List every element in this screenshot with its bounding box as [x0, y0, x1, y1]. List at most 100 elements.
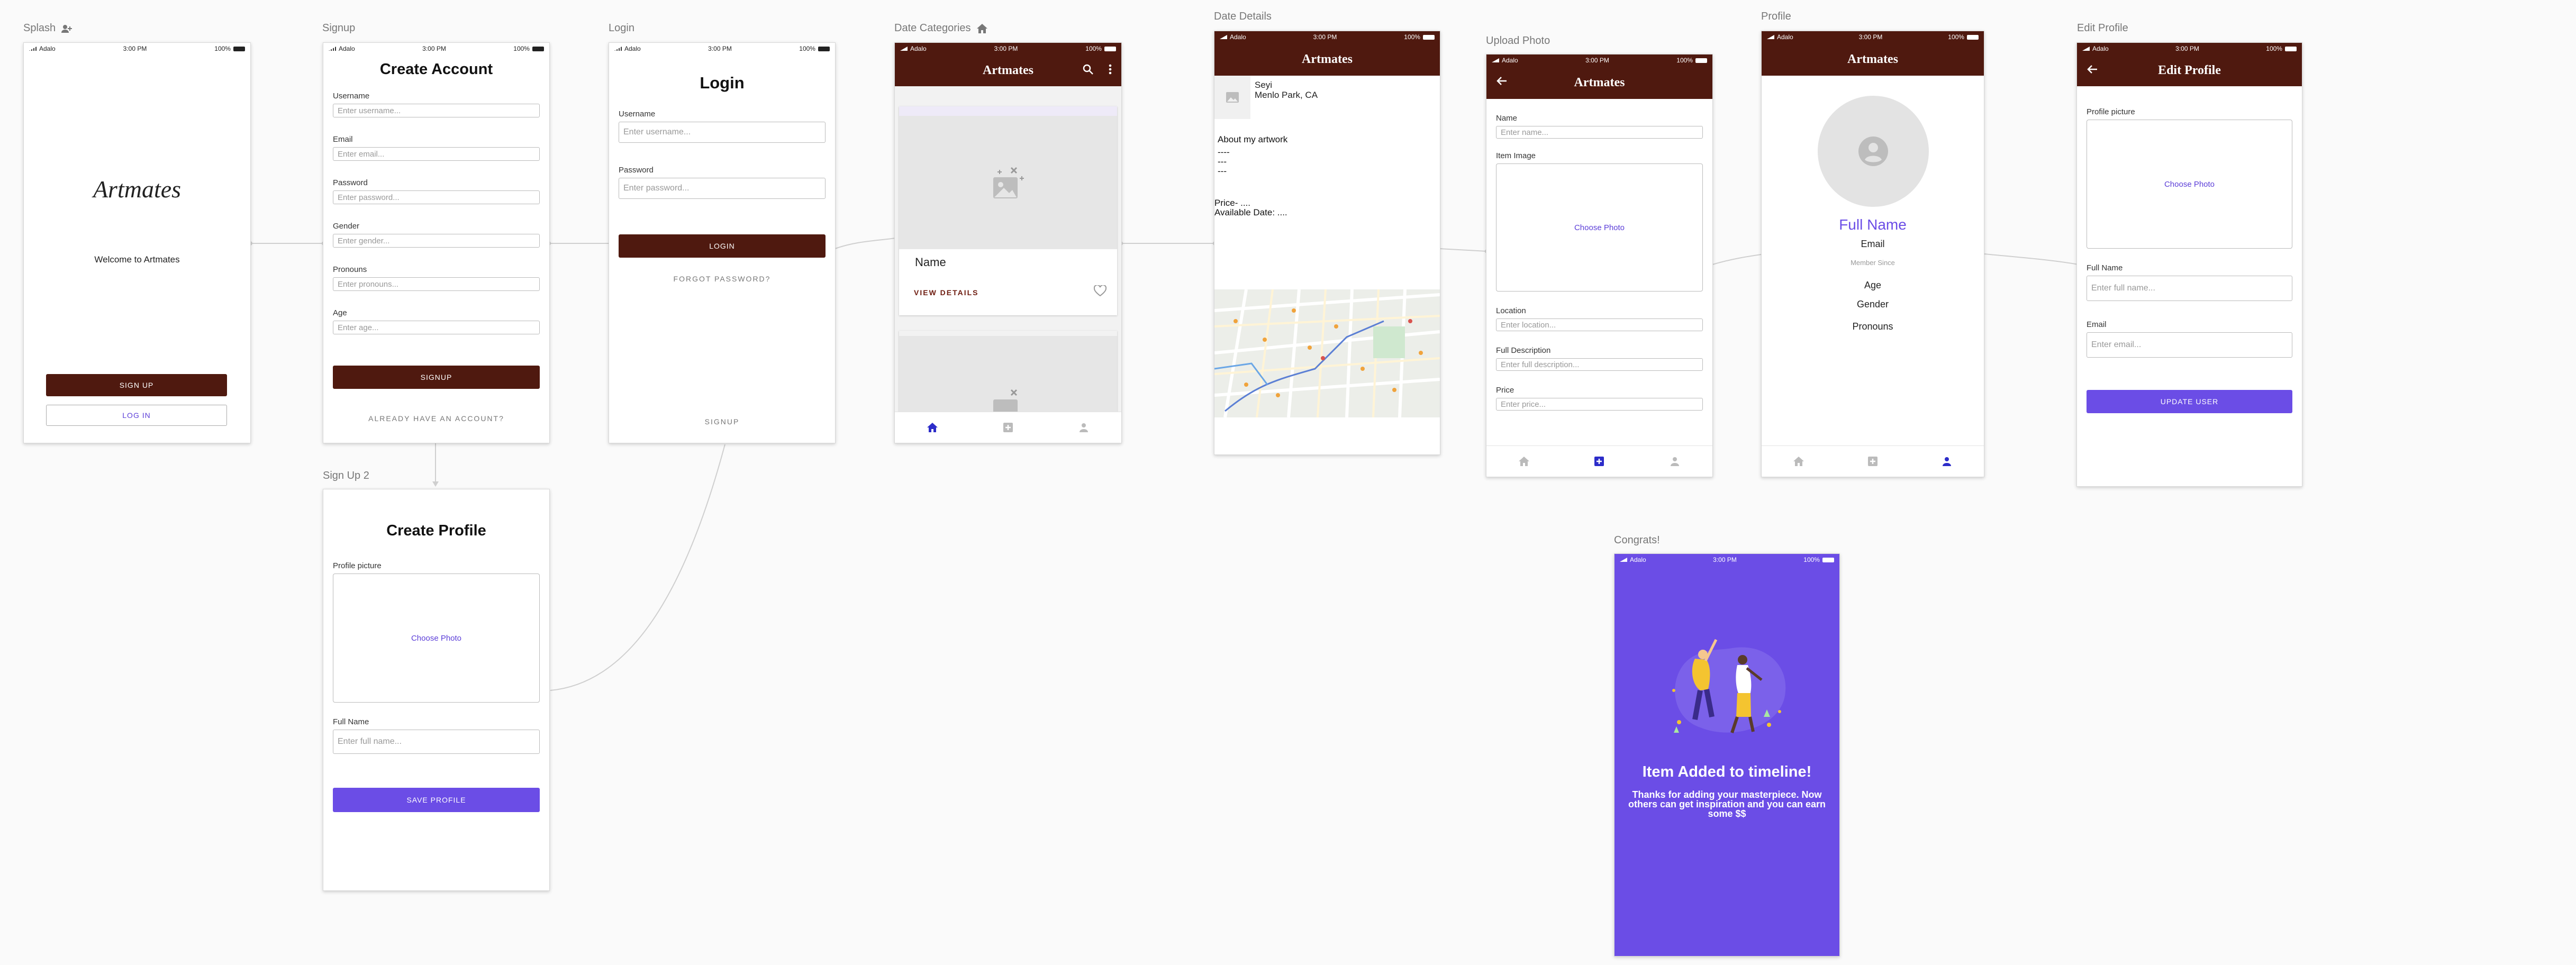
- field-label: Password: [619, 166, 654, 175]
- map[interactable]: [1214, 289, 1440, 417]
- update-user-button[interactable]: UPDATE USER: [2087, 390, 2292, 413]
- login-button[interactable]: LOGIN: [619, 234, 826, 258]
- map-graphic: [1214, 289, 1440, 417]
- screen-label-congrats: Congrats!: [1614, 534, 1660, 547]
- user-location: Menlo Park, CA: [1255, 90, 1318, 100]
- screen-label-signup: Signup: [322, 22, 355, 34]
- category-card[interactable]: Name VIEW DETAILS: [899, 106, 1117, 315]
- gender-group: Gender Enter gender...: [333, 222, 540, 265]
- back-arrow-icon[interactable]: [1496, 75, 1508, 87]
- profile-age: Age: [1864, 280, 1882, 290]
- tab-profile[interactable]: [1068, 417, 1100, 438]
- age-input[interactable]: Enter age...: [333, 321, 540, 334]
- already-have-account-link[interactable]: ALREADY HAVE AN ACCOUNT?: [323, 414, 549, 423]
- carrier: Adalo: [2092, 45, 2109, 52]
- tab-home[interactable]: [1508, 451, 1540, 472]
- price-text: Price- ....: [1214, 198, 1251, 208]
- person-icon: [1670, 457, 1679, 466]
- choose-photo-button[interactable]: Choose Photo: [2087, 120, 2292, 249]
- profile-screen: Adalo 3:00 PM 100% Artmates Full Name Em…: [1761, 31, 1984, 477]
- location-input[interactable]: Enter location...: [1496, 318, 1703, 331]
- choose-photo-button[interactable]: Choose Photo: [1496, 163, 1703, 292]
- back-arrow-icon[interactable]: [2087, 63, 2098, 75]
- card-image-placeholder: [899, 106, 1117, 249]
- name-input[interactable]: Enter name...: [1496, 126, 1703, 139]
- field-label: Profile picture: [2087, 107, 2135, 116]
- tab-add[interactable]: [992, 417, 1024, 438]
- tab-profile[interactable]: [1659, 451, 1691, 472]
- app-title: Artmates: [1847, 52, 1898, 66]
- password-input[interactable]: Enter password...: [619, 178, 826, 199]
- price-input[interactable]: Enter price...: [1496, 398, 1703, 411]
- signup-link[interactable]: SIGNUP: [609, 417, 835, 426]
- detail-line: ---: [1218, 166, 1227, 176]
- person-icon: [1079, 423, 1088, 432]
- username-input[interactable]: Enter username...: [333, 104, 540, 117]
- tab-home[interactable]: [917, 417, 948, 438]
- header: Adalo 3:00 PM 100% Artmates: [895, 43, 1121, 86]
- status-bar: Adalo 3:00 PM 100%: [1614, 554, 1839, 566]
- available-date-text: Available Date: ....: [1214, 207, 1287, 217]
- pronouns-input[interactable]: Enter pronouns...: [333, 277, 540, 291]
- email-input[interactable]: Enter email...: [333, 147, 540, 161]
- field-label: Pronouns: [333, 265, 367, 274]
- signal-icon: [900, 47, 908, 51]
- profile-email: Email: [1861, 239, 1885, 249]
- full-name-input[interactable]: Enter full name...: [2087, 276, 2292, 301]
- save-profile-button[interactable]: SAVE PROFILE: [333, 788, 540, 812]
- user-name: Seyi: [1255, 80, 1273, 90]
- screen-label-text: Sign Up 2: [323, 470, 369, 481]
- gender-input[interactable]: Enter gender...: [333, 234, 540, 248]
- status-bar: Adalo 3:00 PM 100%: [1762, 31, 1984, 43]
- carrier: Adalo: [339, 45, 355, 52]
- member-since: Member Since: [1851, 259, 1895, 267]
- choose-photo-button[interactable]: Choose Photo: [333, 573, 540, 703]
- field-label: Password: [333, 178, 368, 187]
- category-card[interactable]: [899, 331, 1117, 415]
- app-bar: Artmates: [1486, 66, 1712, 99]
- page-title: Login: [700, 74, 745, 92]
- tab-home[interactable]: [1783, 451, 1815, 472]
- screen-label-text: Profile: [1761, 11, 1791, 22]
- search-icon[interactable]: [1082, 63, 1094, 75]
- signup-screen: Adalo 3:00 PM 100% Create Account Userna…: [323, 42, 550, 443]
- header: Adalo 3:00 PM 100% Edit Profile: [2077, 43, 2302, 86]
- forgot-password-link[interactable]: FORGOT PASSWORD?: [609, 275, 835, 283]
- tab-add[interactable]: [1583, 451, 1615, 472]
- add-box-icon: [1594, 457, 1604, 466]
- congrats-screen: Adalo 3:00 PM 100% Item Added to timelin…: [1614, 553, 1840, 957]
- account-circle-icon: [1858, 136, 1888, 166]
- image-placeholder-icon: [993, 389, 1018, 415]
- battery-icon: [1966, 34, 1979, 40]
- screen-label-sign-up-2: Sign Up 2: [323, 470, 369, 482]
- carrier: Adalo: [39, 45, 56, 52]
- page-title: Edit Profile: [2158, 63, 2221, 77]
- sign-up-button[interactable]: SIGN UP: [46, 374, 227, 396]
- heart-icon[interactable]: [1094, 285, 1106, 297]
- log-in-button[interactable]: LOG IN: [46, 405, 227, 426]
- battery-level: 100%: [1676, 57, 1693, 64]
- carrier: Adalo: [1230, 33, 1246, 41]
- battery-icon: [1104, 46, 1116, 51]
- profile-gender: Gender: [1856, 299, 1889, 309]
- signup-button[interactable]: SIGNUP: [333, 366, 540, 389]
- screen-label-edit-profile: Edit Profile: [2077, 22, 2128, 34]
- battery-icon: [818, 46, 830, 51]
- username-input[interactable]: Enter username...: [619, 122, 826, 143]
- description-input[interactable]: Enter full description...: [1496, 358, 1703, 371]
- status-bar: Adalo 3:00 PM 100%: [2077, 43, 2302, 54]
- email-input[interactable]: Enter email...: [2087, 332, 2292, 358]
- password-input[interactable]: Enter password...: [333, 190, 540, 204]
- edit-profile-screen: Adalo 3:00 PM 100% Edit Profile Profile …: [2076, 42, 2302, 487]
- tab-add[interactable]: [1857, 451, 1889, 472]
- view-details-button[interactable]: VIEW DETAILS: [914, 288, 979, 297]
- app-title: Artmates: [983, 63, 1033, 77]
- field-label: Age: [333, 308, 347, 317]
- signal-icon: [1767, 35, 1774, 39]
- field-label: Gender: [333, 222, 360, 231]
- header: Adalo 3:00 PM 100% Artmates: [1762, 31, 1984, 76]
- more-vert-icon[interactable]: [1109, 63, 1112, 75]
- signal-icon: [1492, 58, 1499, 62]
- full-name-input[interactable]: Enter full name...: [333, 730, 540, 754]
- tab-profile[interactable]: [1931, 451, 1963, 472]
